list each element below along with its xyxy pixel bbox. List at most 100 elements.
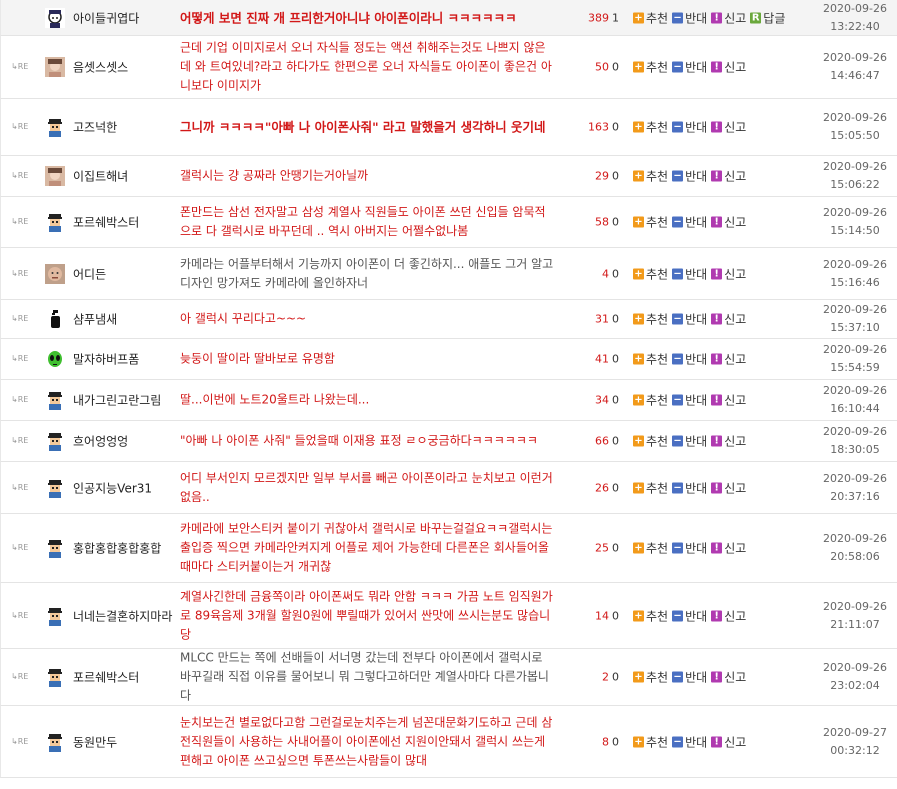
avatar[interactable]: [45, 57, 65, 77]
oppose-button[interactable]: − 반대: [672, 479, 707, 496]
nickname[interactable]: 이집트해녀: [73, 168, 128, 185]
plus-icon: +: [633, 61, 644, 73]
oppose-button[interactable]: − 반대: [672, 433, 707, 450]
report-button[interactable]: ! 신고: [711, 479, 746, 496]
avatar[interactable]: [45, 390, 65, 410]
oppose-button[interactable]: − 반대: [672, 311, 707, 328]
report-button[interactable]: ! 신고: [711, 9, 746, 26]
report-button[interactable]: ! 신고: [711, 351, 746, 368]
oppose-button[interactable]: − 반대: [672, 119, 707, 136]
plus-icon: +: [633, 736, 644, 747]
comment-date: 2020-09-26 20:37:16: [823, 471, 887, 503]
recommend-button[interactable]: + 추천: [633, 540, 668, 557]
oppose-button[interactable]: − 반대: [672, 607, 707, 624]
avatar[interactable]: [45, 263, 65, 284]
nickname[interactable]: 아이들귀엽다: [73, 9, 139, 26]
recommend-count: 58: [595, 215, 609, 229]
nickname[interactable]: 음셋스셋스: [73, 59, 128, 76]
siren-icon: !: [711, 610, 723, 621]
recommend-button[interactable]: + 추천: [633, 214, 668, 231]
nickname[interactable]: 흐어엉엉엉: [73, 433, 128, 450]
oppose-button[interactable]: − 반대: [672, 540, 707, 557]
nickname[interactable]: 내가그린고란그림: [73, 392, 161, 409]
nickname[interactable]: 샴푸냄새: [73, 311, 117, 328]
minus-icon: −: [672, 353, 684, 365]
comment-date: 2020-09-26 15:06:22: [823, 160, 887, 191]
report-button[interactable]: ! 신고: [711, 59, 746, 76]
report-button[interactable]: ! 신고: [711, 392, 746, 409]
comment-row: ↳RE 어디든 카메라는 어플부터해서 기능까지 아이폰이 더 좋긴하지... 애플…: [0, 248, 897, 300]
avatar[interactable]: [45, 477, 65, 498]
reply-mark: ↳RE: [11, 314, 29, 323]
oppose-button[interactable]: − 반대: [672, 59, 707, 76]
comment-text: 아 갤럭시 꾸리다고~~~: [180, 311, 307, 326]
report-button[interactable]: ! 신고: [711, 669, 746, 686]
avatar[interactable]: [45, 538, 65, 558]
comment-text: "아빠 나 아이폰 사줘" 들었을때 이재용 표정 ㄹㅇ궁금하다ㅋㅋㅋㅋㅋㅋ: [180, 433, 538, 448]
recommend-button[interactable]: + 추천: [633, 433, 668, 450]
reply-mark: ↳RE: [11, 62, 29, 71]
recommend-button[interactable]: + 추천: [633, 607, 668, 624]
oppose-button[interactable]: − 반대: [672, 733, 707, 750]
nickname[interactable]: 홍합홍합홍합홍합: [73, 540, 161, 557]
oppose-button[interactable]: − 반대: [672, 351, 707, 368]
recommend-button[interactable]: + 추천: [633, 59, 668, 76]
report-button[interactable]: ! 신고: [711, 265, 746, 282]
recommend-count: 41: [595, 352, 609, 366]
recommend-button[interactable]: + 추천: [633, 119, 668, 136]
comment-date: 2020-09-26 15:16:46: [823, 257, 887, 289]
recommend-count: 14: [595, 609, 609, 622]
reply-button[interactable]: R 답글: [750, 9, 785, 26]
avatar[interactable]: [45, 731, 65, 752]
recommend-button[interactable]: + 추천: [633, 479, 668, 496]
report-button[interactable]: ! 신고: [711, 311, 746, 328]
recommend-button[interactable]: + 추천: [633, 168, 668, 185]
oppose-button[interactable]: − 반대: [672, 168, 707, 185]
recommend-button[interactable]: + 추천: [633, 265, 668, 282]
recommend-button[interactable]: + 추천: [633, 733, 668, 750]
recommend-button[interactable]: + 추천: [633, 311, 668, 328]
oppose-button[interactable]: − 반대: [672, 214, 707, 231]
recommend-button[interactable]: + 추천: [633, 351, 668, 368]
nickname[interactable]: 말자하버프폼: [73, 351, 139, 368]
report-button[interactable]: ! 신고: [711, 733, 746, 750]
avatar[interactable]: [45, 349, 65, 369]
oppose-button[interactable]: − 반대: [672, 9, 707, 26]
oppose-button[interactable]: − 반대: [672, 392, 707, 409]
avatar[interactable]: [45, 605, 65, 626]
recommend-button[interactable]: + 추천: [633, 392, 668, 409]
nickname[interactable]: 인공지능Ver31: [73, 479, 152, 496]
recommend-button[interactable]: + 추천: [633, 669, 668, 686]
report-button[interactable]: ! 신고: [711, 433, 746, 450]
oppose-button[interactable]: − 반대: [672, 265, 707, 282]
comment-date: 2020-09-26 23:02:04: [823, 661, 887, 692]
report-button[interactable]: ! 신고: [711, 168, 746, 185]
nickname[interactable]: 어디든: [73, 265, 106, 282]
comment-text: 어디 부서인지 모르겠지만 일부 부서를 빼곤 아이폰이라고 눈치보고 이런거 …: [180, 470, 553, 504]
report-button[interactable]: ! 신고: [711, 607, 746, 624]
report-button[interactable]: ! 신고: [711, 119, 746, 136]
recommend-button[interactable]: + 추천: [633, 9, 668, 26]
siren-icon: !: [711, 394, 723, 406]
avatar[interactable]: [45, 7, 65, 28]
nickname[interactable]: 너네는결혼하지마라: [73, 607, 172, 624]
comment-row: ↳RE 인공지능Ver31 어디 부서인지 모르겠지만 일부 부서를 빼곤 아이폰이…: [0, 462, 897, 514]
reply-mark: ↳RE: [11, 171, 29, 180]
report-button[interactable]: ! 신고: [711, 214, 746, 231]
avatar[interactable]: [45, 667, 65, 687]
comment-row: ↳RE 말자하버프폼 늦둥이 딸이라 딸바보로 유명함 41 0 + 추천 − 반대! 신고 202…: [0, 339, 897, 380]
avatar[interactable]: [45, 117, 65, 137]
oppose-button[interactable]: − 반대: [672, 669, 707, 686]
nickname[interactable]: 동원만두: [73, 733, 117, 750]
oppose-count: 1: [612, 11, 619, 24]
nickname[interactable]: 고즈넉한: [73, 119, 117, 136]
comment-actions: + 추천 − 반대! 신고: [633, 265, 750, 282]
avatar[interactable]: [45, 431, 65, 451]
nickname[interactable]: 포르쉐박스터: [73, 669, 139, 686]
avatar[interactable]: [45, 309, 65, 329]
report-button[interactable]: ! 신고: [711, 540, 746, 557]
nickname[interactable]: 포르쉐박스터: [73, 214, 139, 231]
avatar[interactable]: [45, 166, 65, 186]
avatar[interactable]: [45, 212, 65, 232]
comment-date: 2020-09-26 16:10:44: [823, 384, 887, 415]
